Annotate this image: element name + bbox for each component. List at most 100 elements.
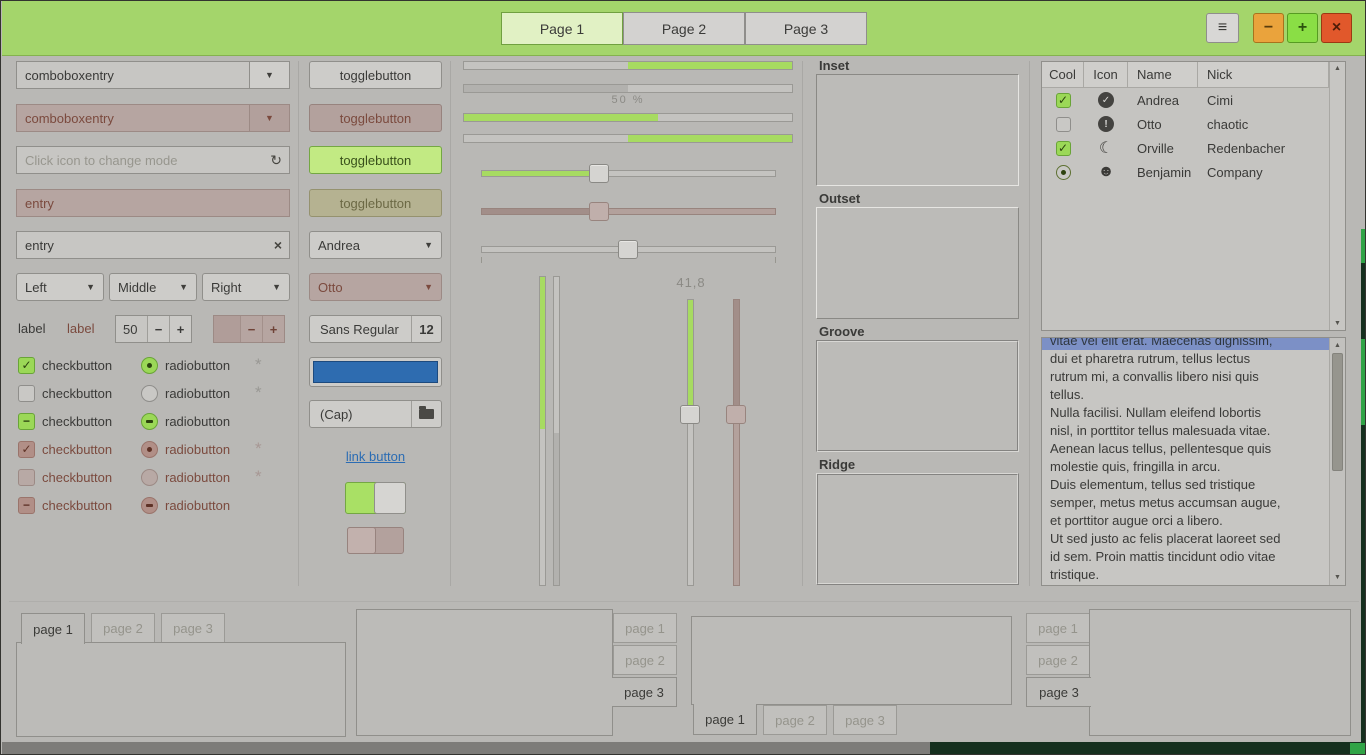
spin-minus-button: −	[240, 316, 262, 342]
vertical-scale-handle[interactable]	[680, 405, 700, 424]
togglebutton-active-disabled: togglebutton	[309, 189, 442, 217]
checkbutton-label: checkbutton	[42, 442, 112, 457]
notebook2-tab-page3[interactable]: page 3	[612, 677, 677, 707]
comboboxentry-value: comboboxentry	[17, 105, 249, 131]
scrollbar-thumb[interactable]	[1332, 353, 1343, 471]
table-row[interactable]: ☻ Benjamin Company	[1042, 160, 1329, 184]
column-header-name[interactable]: Name	[1128, 62, 1198, 88]
tab-page-3[interactable]: Page 3	[745, 12, 867, 45]
separator	[1029, 61, 1030, 586]
textview[interactable]: vitae vel elit erat. Maecenas dignissim,…	[1041, 337, 1346, 586]
scroll-up-icon[interactable]: ▲	[1330, 342, 1345, 349]
combobox-left[interactable]: Left ▼	[16, 273, 104, 301]
radio-checked-icon[interactable]	[1056, 165, 1071, 180]
dropdown-button[interactable]: ▼	[249, 62, 289, 88]
vertical-scale[interactable]	[687, 299, 694, 586]
column-header-cool[interactable]: Cool	[1042, 62, 1084, 88]
spin-minus-button[interactable]: −	[147, 316, 169, 342]
notebook3-tab-page2[interactable]: page 2	[763, 705, 827, 735]
plus-icon: +	[177, 322, 185, 337]
radiobutton-unchecked[interactable]: radiobutton	[141, 381, 230, 405]
column-header-icon[interactable]: Icon	[1084, 62, 1128, 88]
notebook2-tab-page1[interactable]: page 1	[613, 613, 677, 643]
combobox-right[interactable]: Right ▼	[202, 273, 290, 301]
menu-button[interactable]: ≡	[1206, 13, 1239, 43]
close-button[interactable]: ×	[1321, 13, 1352, 43]
file-chooser-button[interactable]: (Cap)	[309, 400, 442, 428]
combobox-value: Left	[25, 280, 47, 295]
notebook1-tab-page1[interactable]: page 1	[21, 613, 85, 644]
tab-label: Page 1	[540, 21, 584, 37]
spin-value: 50	[116, 316, 147, 342]
checkbox-checked-icon[interactable]: ✓	[1056, 141, 1071, 156]
comboboxentry[interactable]: comboboxentry ▼	[16, 61, 290, 89]
notebook4-tab-page2[interactable]: page 2	[1026, 645, 1090, 675]
chevron-down-icon: ▼	[265, 70, 274, 80]
radio-checked-icon[interactable]	[141, 357, 158, 374]
table-row[interactable]: ! Otto chaotic	[1042, 112, 1329, 136]
switch-on[interactable]	[345, 482, 406, 514]
radio-mixed-icon[interactable]	[141, 413, 158, 430]
entry-clearable[interactable]: entry ×	[16, 231, 290, 259]
notebook2-page	[356, 609, 613, 736]
face-cool-icon: ☻	[1098, 164, 1114, 180]
scroll-down-icon[interactable]: ▼	[1330, 574, 1345, 581]
checkbox-unchecked-icon[interactable]	[1056, 117, 1071, 132]
hamburger-icon: ≡	[1218, 19, 1227, 37]
notebook3-tab-page3[interactable]: page 3	[833, 705, 897, 735]
checkbox-checked-icon[interactable]: ✓	[18, 357, 35, 374]
table-row[interactable]: ✓ ☾ Orville Redenbacher	[1042, 136, 1329, 160]
notebook2-tab-page2[interactable]: page 2	[613, 645, 677, 675]
progressbar-right-fill-2	[463, 134, 793, 143]
clear-icon[interactable]: ×	[274, 237, 282, 253]
window-bottom-edge	[2, 742, 930, 755]
notebook4-tab-page3[interactable]: page 3	[1026, 677, 1091, 707]
frame-label-inset: Inset	[819, 58, 849, 73]
checkbox-mixed-icon[interactable]: −	[18, 413, 35, 430]
name-combobox[interactable]: Andrea ▼	[309, 231, 442, 259]
tab-label: Page 2	[662, 21, 706, 37]
tab-page-1[interactable]: Page 1	[501, 12, 623, 45]
textview-scrollbar[interactable]: ▲ ▼	[1329, 338, 1345, 585]
spin-plus-button: +	[262, 316, 284, 342]
scroll-down-icon[interactable]: ▼	[1334, 320, 1341, 327]
notebook1-tab-page3[interactable]: page 3	[161, 613, 225, 643]
checkbox-unchecked-icon[interactable]	[18, 385, 35, 402]
notebook3-tab-page1[interactable]: page 1	[693, 704, 757, 735]
radio-unchecked-icon[interactable]	[141, 385, 158, 402]
maximize-button[interactable]: +	[1287, 13, 1318, 43]
tab-page-2[interactable]: Page 2	[623, 12, 745, 45]
checkbutton-unchecked[interactable]: checkbutton	[18, 381, 112, 405]
font-button[interactable]: Sans Regular 12	[309, 315, 442, 343]
table-row[interactable]: ✓ ✓ Andrea Cimi	[1042, 88, 1329, 112]
mode-entry[interactable]: Click icon to change mode ↻	[16, 146, 290, 174]
radiobutton-mixed[interactable]: radiobutton	[141, 409, 230, 433]
column-header-nick[interactable]: Nick	[1198, 62, 1329, 88]
scale-horizontal[interactable]	[481, 170, 776, 177]
checkbutton-mixed[interactable]: − checkbutton	[18, 409, 112, 433]
treeview[interactable]: Cool Icon Name Nick ✓ ✓ Andrea Cimi ! Ot…	[1041, 61, 1346, 331]
cell-name: Andrea	[1137, 93, 1179, 108]
textview-content[interactable]: vitae vel elit erat. Maecenas dignissim,…	[1042, 338, 1329, 585]
tree-scrollbar[interactable]: ▲ ▼	[1329, 62, 1345, 330]
scroll-up-icon[interactable]: ▲	[1334, 65, 1341, 72]
switch-handle[interactable]	[374, 482, 406, 514]
refresh-icon[interactable]: ↻	[270, 152, 282, 169]
color-button[interactable]	[309, 357, 442, 387]
radiobutton-checked[interactable]: radiobutton	[141, 353, 230, 377]
notebook4-tab-page1[interactable]: page 1	[1026, 613, 1090, 643]
scale-handle[interactable]	[618, 240, 638, 259]
spinner-icon: *	[255, 467, 262, 487]
notebook1-tab-page2[interactable]: page 2	[91, 613, 155, 643]
spin-plus-button[interactable]: +	[169, 316, 191, 342]
minimize-button[interactable]: −	[1253, 13, 1284, 43]
togglebutton-active[interactable]: togglebutton	[309, 146, 442, 174]
spinbutton[interactable]: 50 − +	[115, 315, 192, 343]
togglebutton[interactable]: togglebutton	[309, 61, 442, 89]
checkbox-checked-icon[interactable]: ✓	[1056, 93, 1071, 108]
combobox-middle[interactable]: Middle ▼	[109, 273, 197, 301]
checkbutton-checked[interactable]: ✓ checkbutton	[18, 353, 112, 377]
link-button[interactable]: link button	[346, 449, 405, 464]
scale-handle[interactable]	[589, 164, 609, 183]
combobox-value: Middle	[118, 280, 156, 295]
